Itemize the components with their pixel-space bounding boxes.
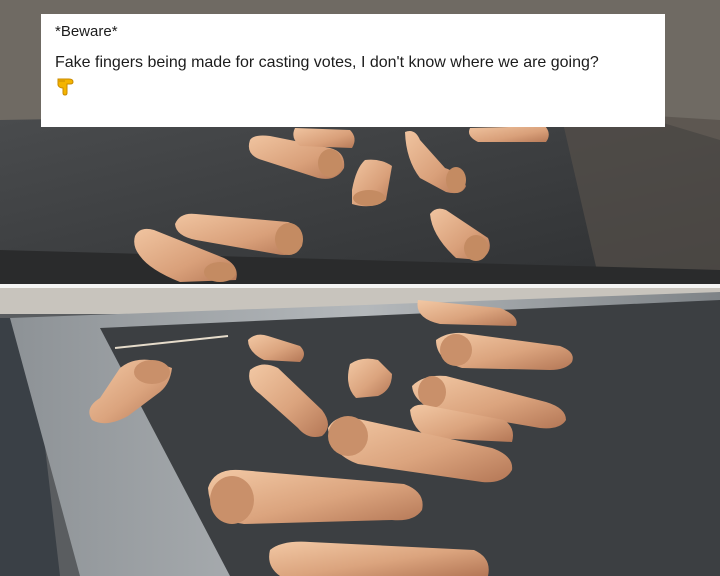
fake-finger <box>293 128 355 148</box>
caption-title: *Beware* <box>55 23 118 40</box>
bottom-photo-image <box>0 288 720 576</box>
bottom-photo <box>0 288 720 576</box>
caption-text: Fake fingers being made for casting vote… <box>55 54 599 71</box>
caption-box: *Beware* Fake fingers being made for cas… <box>41 14 665 127</box>
fake-finger <box>469 126 549 142</box>
backhand-index-pointing-down-icon <box>55 76 77 96</box>
